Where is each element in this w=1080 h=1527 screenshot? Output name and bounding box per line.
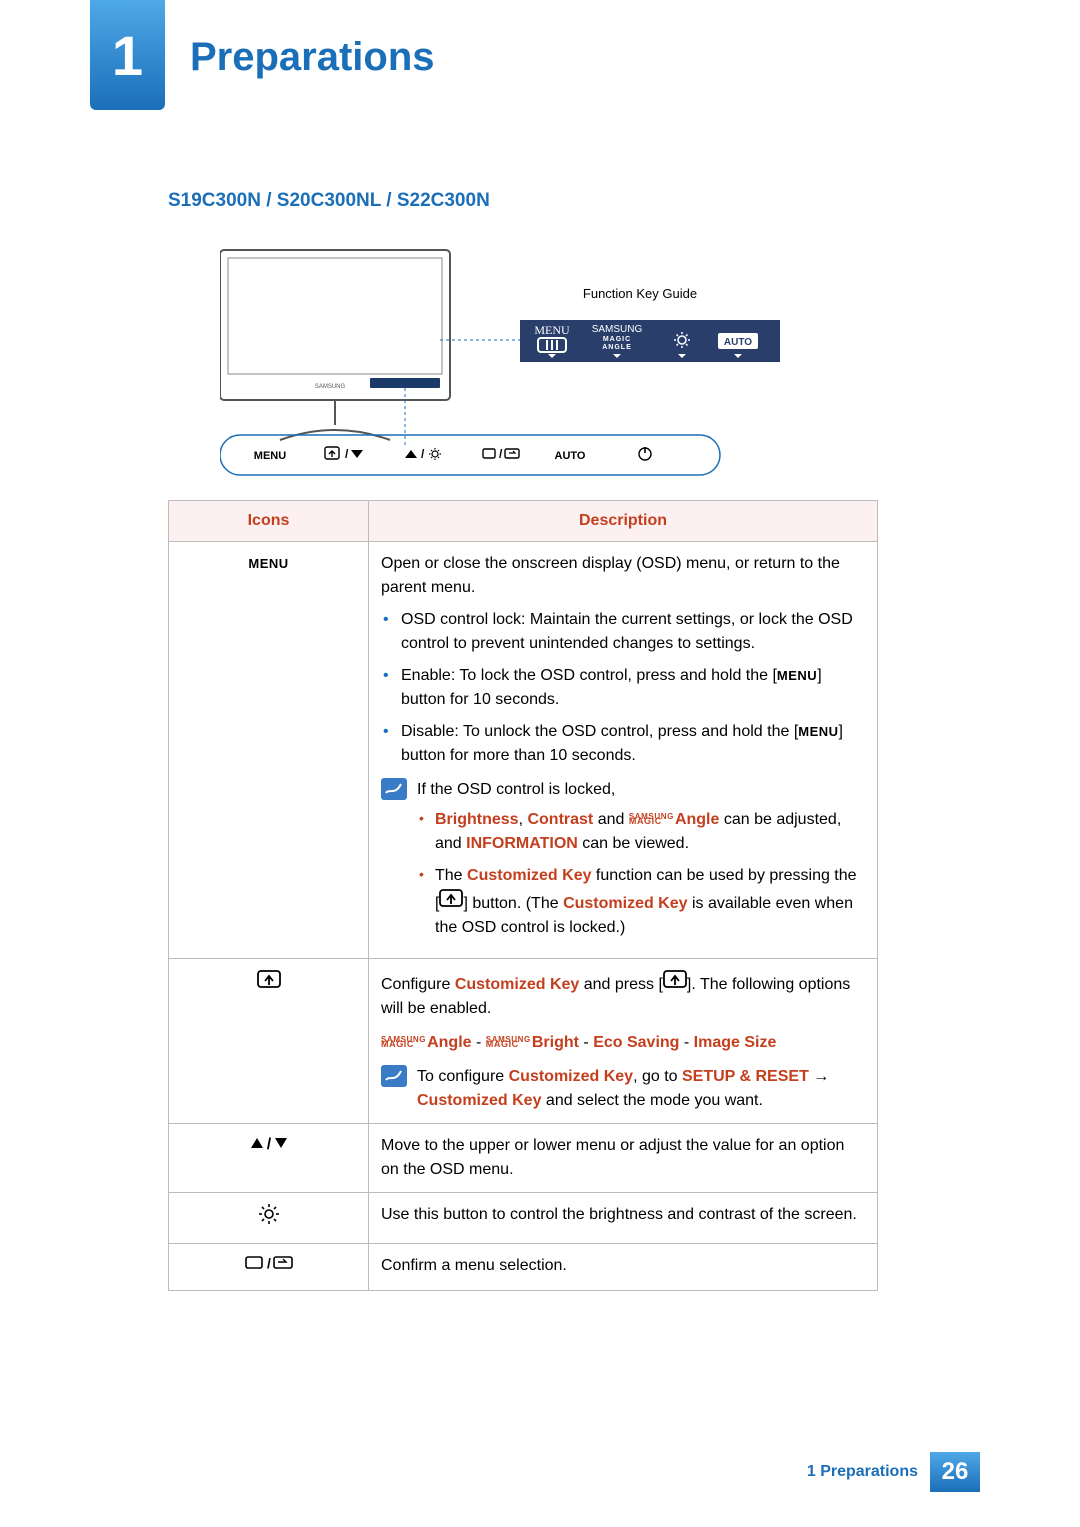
note-icon	[381, 778, 407, 800]
svg-text:/: /	[499, 447, 503, 461]
osd-samsung-label: SAMSUNG	[592, 324, 643, 335]
icon-cell-custom-key	[169, 959, 369, 1124]
table-header-icons: Icons	[169, 501, 369, 542]
osd-menu-label: MENU	[534, 323, 570, 337]
function-key-guide-label: Function Key Guide	[583, 286, 697, 301]
desc-cell-custom-key: Configure Customized Key and press []. T…	[369, 959, 878, 1124]
table-row: Configure Customized Key and press []. T…	[169, 959, 878, 1124]
function-key-figure: SAMSUNG Function Key Guide MENU SAMSUNG …	[220, 240, 820, 495]
table-row: / Confirm a menu selection.	[169, 1244, 878, 1291]
icon-cell-up-down: /	[169, 1124, 369, 1193]
table-row: / Move to the upper or lower menu or adj…	[169, 1124, 878, 1193]
chapter-title: Preparations	[190, 35, 435, 80]
bar-enter-icon: /	[483, 447, 519, 461]
box-up-icon	[257, 976, 281, 993]
monitor-bezel-buttons	[370, 378, 440, 388]
footer-chapter-ref: 1 Preparations	[807, 1463, 918, 1481]
osd-magic-label: MAGIC	[603, 336, 631, 343]
page-footer: 1 Preparations 26	[807, 1452, 980, 1492]
osd-auto-label: AUTO	[724, 337, 752, 348]
note-icon	[381, 1065, 407, 1087]
osd-angle-label: ANGLE	[602, 344, 632, 351]
svg-text:/: /	[267, 1255, 271, 1271]
button-description-table: Icons Description MENU Open or close the…	[168, 500, 878, 1291]
monitor-brand-label: SAMSUNG	[315, 384, 346, 390]
bar-menu-label: MENU	[254, 450, 286, 462]
bar-power-icon	[639, 447, 651, 460]
icon-cell-menu: MENU	[169, 542, 369, 959]
enter-source-icon: /	[244, 1254, 294, 1272]
svg-text:/: /	[421, 447, 425, 461]
svg-text:/: /	[266, 1136, 271, 1152]
footer-page-number: 26	[930, 1452, 980, 1492]
table-row: Use this button to control the brightnes…	[169, 1193, 878, 1244]
box-up-icon	[663, 976, 687, 993]
brightness-icon	[258, 1203, 280, 1225]
up-down-icon: /	[249, 1134, 289, 1152]
model-identifier-heading: S19C300N / S20C300NL / S22C300N	[168, 190, 490, 212]
table-header-description: Description	[369, 501, 878, 542]
icon-cell-brightness	[169, 1193, 369, 1244]
icon-cell-enter: /	[169, 1244, 369, 1291]
desc-cell-brightness: Use this button to control the brightnes…	[369, 1193, 878, 1244]
desc-cell-menu: Open or close the onscreen display (OSD)…	[369, 542, 878, 959]
chapter-number-tab: 1	[90, 0, 165, 110]
bar-custom-down-icon: /	[325, 447, 363, 461]
table-row: MENU Open or close the onscreen display …	[169, 542, 878, 959]
bar-auto-label: AUTO	[555, 450, 586, 462]
desc-cell-up-down: Move to the upper or lower menu or adjus…	[369, 1124, 878, 1193]
svg-text:/: /	[345, 447, 349, 461]
box-up-icon	[439, 895, 463, 912]
desc-cell-enter: Confirm a menu selection.	[369, 1244, 878, 1291]
bar-up-brightness-icon: /	[405, 447, 441, 461]
